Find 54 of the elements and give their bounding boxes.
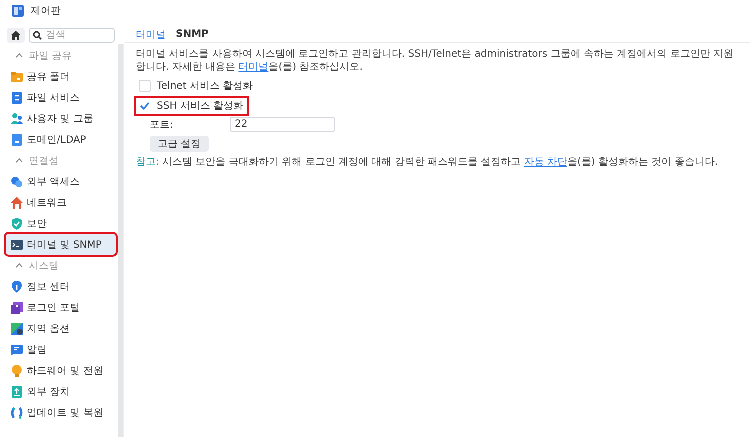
tab[interactable]: 터미널 <box>136 28 166 41</box>
item-icon <box>11 176 23 188</box>
section-title: 시스템 <box>29 260 59 272</box>
checkbox-option[interactable]: SSH 서비스 활성화 <box>136 98 247 114</box>
checkbox-option[interactable]: Telnet 서비스 활성화 <box>136 78 256 94</box>
checkbox[interactable] <box>139 80 151 92</box>
search-icon <box>33 31 42 40</box>
section-title: 연결성 <box>29 154 59 168</box>
description-text: 터미널 서비스를 사용하여 시스템에 로그인하고 관리합니다. SSH/Telnet은 administrators 그룹에 속하는 계정에서의 로그인만 지원합니다. 자세한 내용은 터미널을(를) 참조하십시오. <box>136 48 734 74</box>
advanced-settings-button[interactable]: 고급 설정 <box>150 136 210 152</box>
sidebar-item[interactable]: 외부 장치 <box>6 381 116 402</box>
sidebar-item[interactable]: 보안 <box>6 213 116 234</box>
home-button[interactable] <box>7 28 25 43</box>
item-icon <box>11 406 23 418</box>
link[interactable]: 자동 차단 <box>524 157 568 168</box>
sidebar-item[interactable]: 로그인 포털 <box>6 297 116 318</box>
note-text: 참고: 시스템 보안을 극대화하기 위해 로그인 계정에 대해 강력한 패스워드를 설정하고 자동 차단을(를) 활성화하는 것이 좋습니다. <box>136 156 718 169</box>
item-icon <box>11 302 23 314</box>
item-icon <box>11 112 23 124</box>
item-icon <box>11 386 23 398</box>
item-icon <box>11 196 23 208</box>
check-icon <box>140 102 150 110</box>
link[interactable]: 터미널 <box>238 62 269 73</box>
app-icon <box>11 4 25 18</box>
sidebar-item[interactable]: 네트워크 <box>6 192 116 213</box>
item-icon <box>11 70 23 82</box>
item-icon <box>11 364 23 376</box>
sidebar-item[interactable]: 외부 액세스 <box>6 171 116 192</box>
item-icon <box>11 134 23 146</box>
item-icon <box>11 322 23 334</box>
sidebar-item[interactable]: 하드웨어 및 전원 <box>6 360 116 381</box>
section-title: 파일 공유 <box>29 50 72 62</box>
sidebar-item[interactable]: 업데이트 및 복원 <box>6 402 116 423</box>
scrollbar[interactable] <box>118 44 124 437</box>
item-icon <box>11 92 23 104</box>
sidebar-item[interactable]: 정보 센터 <box>6 276 116 297</box>
window-title: 제어판 <box>31 5 61 18</box>
sidebar-item[interactable]: 도메인/LDAP <box>6 129 116 150</box>
search-field[interactable]: 검색 <box>29 28 115 43</box>
sidebar-item[interactable]: 지역 옵션 <box>6 318 116 339</box>
port-label: 포트: <box>150 118 174 132</box>
item-icon <box>11 238 23 250</box>
tab[interactable]: SNMP <box>176 28 209 41</box>
sidebar-item[interactable]: 터미널 및 SNMP <box>6 234 116 255</box>
item-icon <box>11 280 23 292</box>
sidebar-item[interactable]: 파일 서비스 <box>6 87 116 108</box>
sidebar-item[interactable]: 알림 <box>6 339 116 360</box>
item-icon <box>11 344 23 356</box>
home-icon <box>11 31 21 40</box>
item-icon <box>11 218 23 230</box>
port-field[interactable]: 22 <box>230 117 335 132</box>
sidebar-item[interactable]: 공유 폴더 <box>6 66 116 87</box>
sidebar-item[interactable]: 사용자 및 그룹 <box>6 108 116 129</box>
checkbox[interactable] <box>139 100 151 112</box>
